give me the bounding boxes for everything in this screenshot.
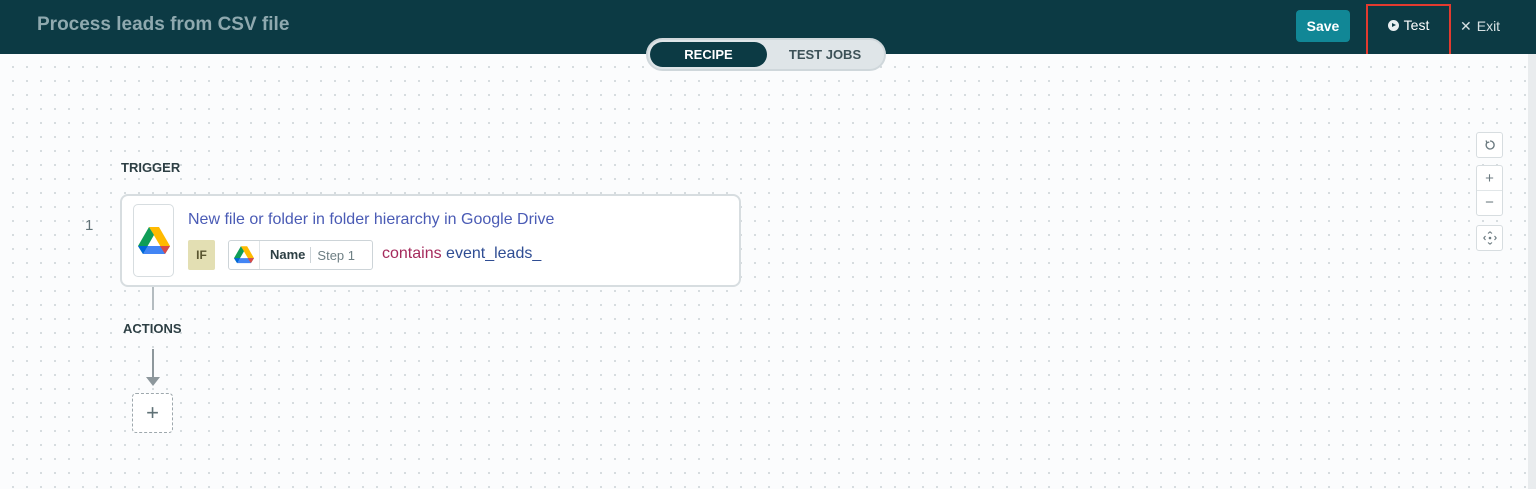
if-badge: IF	[188, 240, 215, 270]
google-drive-icon	[137, 226, 170, 254]
zoom-in-button[interactable]: +	[1477, 166, 1502, 191]
pill-app-icon	[229, 241, 260, 269]
google-drive-icon	[234, 246, 254, 264]
step-connector	[152, 287, 154, 310]
exit-button-label: Exit	[1476, 18, 1501, 34]
condition-value: event_leads_	[446, 245, 542, 262]
step-number: 1	[85, 217, 94, 234]
condition-operator: contains	[382, 245, 442, 262]
recipe-title[interactable]: Process leads from CSV file	[37, 14, 289, 36]
trigger-section-label: TRIGGER	[121, 160, 181, 175]
zoom-controls: + −	[1476, 165, 1503, 216]
test-button-label: Test	[1403, 17, 1430, 33]
refresh-icon	[1484, 140, 1495, 150]
save-button[interactable]: Save	[1296, 10, 1350, 42]
actions-section-label: ACTIONS	[123, 321, 182, 336]
datapill[interactable]: Name Step 1	[228, 240, 373, 270]
arrow-line	[152, 349, 154, 379]
zoom-out-button[interactable]: −	[1477, 191, 1502, 215]
arrow-down-icon	[146, 377, 160, 386]
app-tile	[133, 204, 174, 277]
view-toggle: RECIPE TEST JOBS	[646, 38, 886, 71]
add-step-button[interactable]: +	[132, 393, 173, 433]
scrollbar[interactable]	[1528, 54, 1536, 489]
fit-view-icon	[1482, 231, 1497, 245]
trigger-step-card[interactable]: New file or folder in folder hierarchy i…	[120, 194, 741, 287]
condition-text: contains event_leads_	[382, 245, 541, 263]
pill-field-name: Name	[260, 247, 312, 263]
exit-button[interactable]: ✕ Exit	[1460, 16, 1500, 36]
tab-test-jobs[interactable]: TEST JOBS	[768, 42, 882, 67]
close-icon: ✕	[1460, 17, 1472, 34]
pill-step-ref: Step 1	[317, 247, 356, 263]
step-title[interactable]: New file or folder in folder hierarchy i…	[188, 211, 554, 229]
reset-view-button[interactable]	[1476, 132, 1503, 158]
play-icon	[1387, 19, 1399, 31]
tab-recipe[interactable]: RECIPE	[650, 42, 767, 67]
test-button[interactable]: Test	[1366, 4, 1451, 56]
fit-view-button[interactable]	[1476, 225, 1503, 251]
